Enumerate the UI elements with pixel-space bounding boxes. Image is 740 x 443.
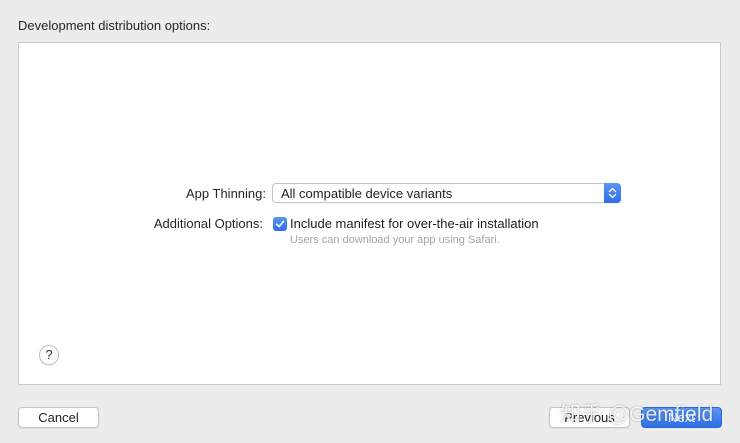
page-title: Development distribution options: bbox=[18, 18, 211, 33]
app-thinning-label: App Thinning: bbox=[186, 186, 266, 201]
app-thinning-selected-value: All compatible device variants bbox=[281, 186, 453, 201]
checkmark-icon bbox=[275, 220, 285, 228]
next-button[interactable]: Next bbox=[641, 407, 722, 428]
options-panel: App Thinning: All compatible device vari… bbox=[18, 42, 721, 385]
previous-button[interactable]: Previous bbox=[549, 407, 630, 428]
manifest-checkbox[interactable] bbox=[273, 217, 287, 231]
manifest-hint-text: Users can download your app using Safari… bbox=[290, 234, 500, 246]
app-thinning-select[interactable]: All compatible device variants bbox=[272, 183, 621, 203]
help-button[interactable]: ? bbox=[39, 345, 59, 365]
manifest-checkbox-label[interactable]: Include manifest for over-the-air instal… bbox=[290, 216, 539, 231]
cancel-button[interactable]: Cancel bbox=[18, 407, 99, 428]
additional-options-label: Additional Options: bbox=[153, 216, 263, 231]
up-down-chevron-icon bbox=[604, 183, 621, 203]
